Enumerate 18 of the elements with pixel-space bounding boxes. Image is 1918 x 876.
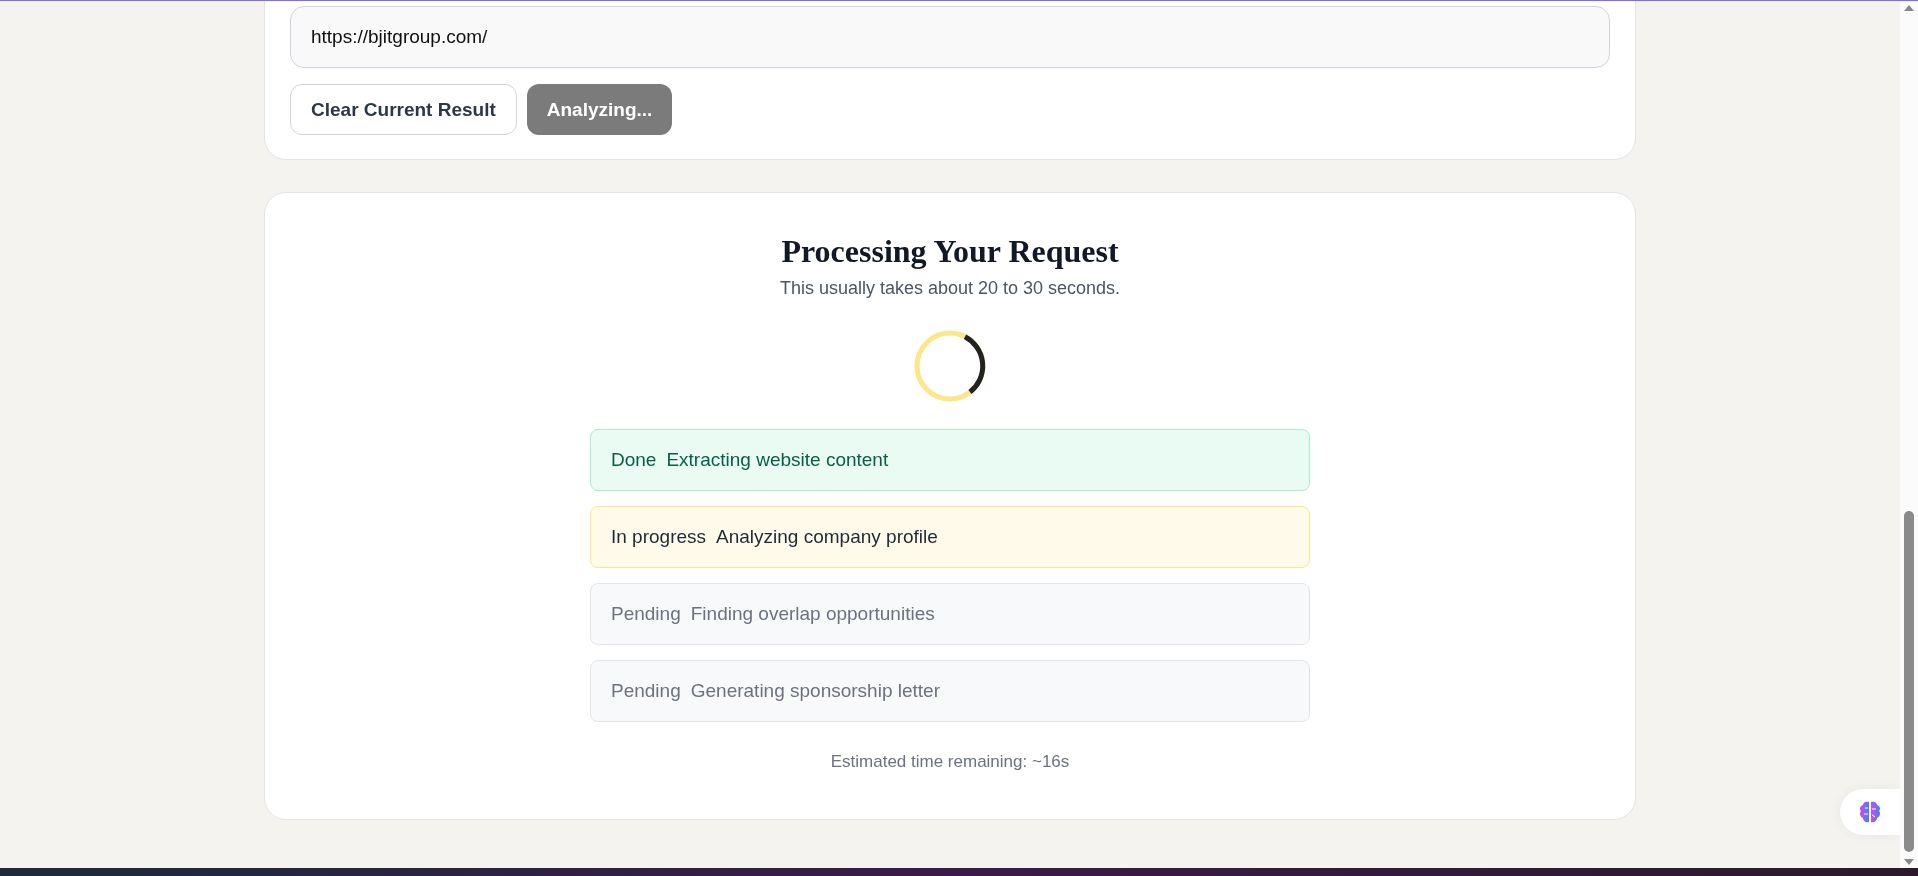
step-label: Generating sponsorship letter xyxy=(690,680,940,702)
step-status: Pending xyxy=(611,680,681,702)
step-status: Done xyxy=(611,449,657,471)
url-input-field[interactable]: https://bjitgroup.com/ xyxy=(290,6,1610,68)
estimated-time: Estimated time remaining: ~16s xyxy=(830,752,1070,772)
step-status: Pending xyxy=(611,603,681,625)
clear-button[interactable]: Clear Current Result xyxy=(290,84,517,135)
step-label: Extracting website content xyxy=(666,449,889,471)
progress-subtitle: This usually takes about 20 to 30 seconds. xyxy=(779,278,1121,299)
progress-title: Processing Your Request xyxy=(781,233,1119,270)
step-status: In progress xyxy=(611,526,707,548)
scrollbar[interactable] xyxy=(1900,2,1918,868)
step-label: Analyzing company profile xyxy=(716,526,938,548)
assistant-button[interactable] xyxy=(1840,789,1900,835)
scroll-thumb[interactable] xyxy=(1904,511,1914,852)
loading-spinner-icon xyxy=(913,329,987,403)
step-label: Finding overlap opportunities xyxy=(690,603,935,625)
brain-icon xyxy=(1857,799,1883,825)
